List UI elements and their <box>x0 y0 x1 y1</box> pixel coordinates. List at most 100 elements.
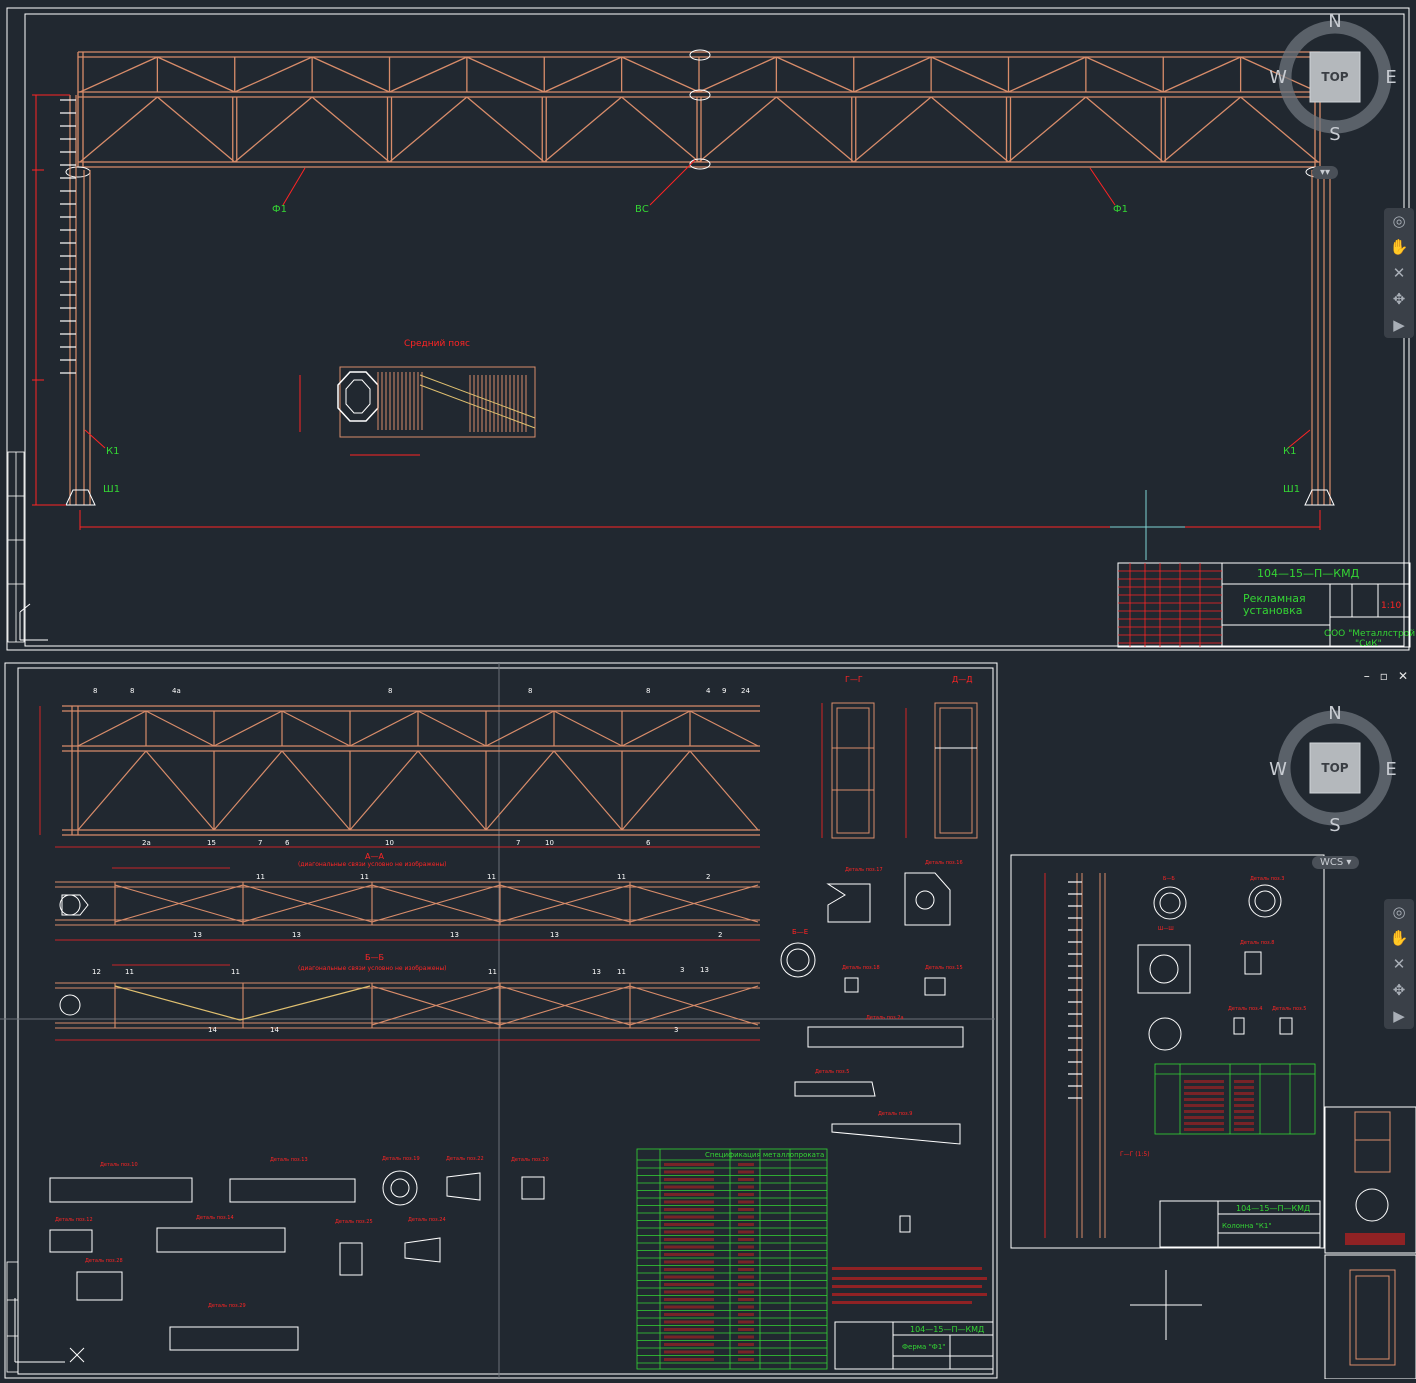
drawing-canvas-top: Средний пояс Ф1 ВС Ф1 К1 К1 Ш1 Ш1 104—15… <box>6 7 1415 657</box>
spec-row-text <box>664 1215 714 1219</box>
part-number: 11 <box>487 873 496 881</box>
truss-diagonal <box>311 96 390 163</box>
orbit-icon[interactable]: ✥ <box>1384 286 1414 312</box>
zoom-extents-icon[interactable]: ✕ <box>1384 951 1414 977</box>
wcs-label[interactable]: WCS <box>1320 857 1343 868</box>
column-detail-label: Деталь поз.4 <box>1228 1006 1262 1012</box>
viewcube-north-b[interactable]: N <box>1328 703 1341 724</box>
truss-diagonal <box>776 56 855 93</box>
detail-label: Деталь поз.18 <box>842 965 880 971</box>
spec-row-value <box>738 1245 754 1249</box>
label-dd: Д—Д <box>952 675 973 684</box>
zoom-extents-icon[interactable]: ✕ <box>1384 260 1414 286</box>
title-block-code: 104—15—П—КМД <box>1257 567 1360 580</box>
title-block-org-1: ООО "Металлстрой <box>1324 629 1415 639</box>
viewcube-east[interactable]: E <box>1385 67 1396 88</box>
steeringwheel-icon[interactable]: ◎ <box>1384 899 1414 925</box>
spec-row-text <box>664 1298 714 1301</box>
pan-icon[interactable]: ✋ <box>1384 234 1414 260</box>
spec-row-text <box>664 1268 714 1271</box>
spec-row-value <box>738 1358 754 1361</box>
part-number: 13 <box>700 966 709 974</box>
truss-diagonal <box>621 710 691 747</box>
viewcube-face[interactable]: TOP <box>1321 70 1348 84</box>
label-bb-note: (диагональные связи условно не изображен… <box>298 965 447 972</box>
part-number: 8 <box>528 687 532 695</box>
section-gg <box>831 702 875 839</box>
part-number: 14 <box>208 1026 217 1034</box>
part-number: 15 <box>207 839 216 847</box>
spec-row-value <box>738 1163 754 1166</box>
label-be: Б—Е <box>792 928 808 936</box>
part-number: 7 <box>516 839 520 847</box>
viewcube-north[interactable]: N <box>1328 11 1341 32</box>
margin-stamp-bottom <box>6 1261 19 1373</box>
spec-row-value <box>738 1223 754 1226</box>
spec-row-value <box>738 1215 754 1219</box>
tb1-code: 104—15—П—КМД <box>910 1325 984 1334</box>
viewcube-east-b[interactable]: E <box>1385 759 1396 780</box>
orbit-icon[interactable]: ✥ <box>1384 977 1414 1003</box>
notes-block <box>832 1267 987 1304</box>
minimize-button[interactable]: – <box>1364 669 1370 683</box>
spec-row-text <box>664 1290 714 1294</box>
truss-elevation <box>77 51 1321 168</box>
detail-label: Деталь поз.22 <box>446 1156 484 1162</box>
showmotion-icon[interactable]: ▶ <box>1384 1003 1414 1029</box>
spec-row-value <box>738 1350 754 1354</box>
pan-icon[interactable]: ✋ <box>1384 925 1414 951</box>
truss-diagonal <box>156 96 236 163</box>
detail-label: Деталь поз.12 <box>55 1217 93 1223</box>
mark-k1-left: К1 <box>106 446 119 457</box>
viewport-bottom[interactable]: Спецификация металлопроката 104—15—П—КМД… <box>0 657 1416 1380</box>
dimensions-bottom <box>39 706 760 1041</box>
col-spec-text <box>1184 1122 1224 1125</box>
spec-row-value <box>738 1185 754 1189</box>
part-number: 8 <box>93 687 97 695</box>
wcs-dropdown-bottom[interactable]: WCS ▾ <box>1312 856 1360 869</box>
viewcube-face-b[interactable]: TOP <box>1321 761 1348 775</box>
spec-row-value <box>738 1290 754 1294</box>
viewcube-top[interactable]: TOP N S E W <box>1269 11 1397 145</box>
steeringwheel-icon[interactable]: ◎ <box>1384 208 1414 234</box>
col-spec-value <box>1234 1098 1254 1101</box>
sheet-frame-outer <box>6 7 1410 651</box>
part-number: 12 <box>92 968 101 976</box>
viewport-top[interactable]: Средний пояс Ф1 ВС Ф1 К1 К1 Ш1 Ш1 104—15… <box>0 0 1416 657</box>
restore-button[interactable]: ▫ <box>1380 669 1388 683</box>
part-number: 6 <box>646 839 651 847</box>
viewcube-south-b[interactable]: S <box>1329 815 1340 836</box>
truss-diagonal <box>621 750 691 831</box>
viewcube-bottom[interactable]: TOP N S E W <box>1269 703 1397 836</box>
part-number: 11 <box>617 968 626 976</box>
truss-diagonal <box>389 56 468 93</box>
part-number: 4а <box>172 687 181 695</box>
col-spec-value <box>1234 1116 1254 1119</box>
window-controls: – ▫ ✕ <box>1364 669 1408 683</box>
spec-row-text <box>664 1238 714 1241</box>
detail-label: Деталь поз.10 <box>100 1162 138 1168</box>
truss-diagonal <box>698 56 777 93</box>
close-button[interactable]: ✕ <box>1398 669 1408 683</box>
viewcube-south[interactable]: S <box>1329 124 1340 145</box>
spec-row-value <box>738 1178 754 1181</box>
truss-diagonal <box>1162 96 1242 163</box>
truss-diagonal <box>698 96 777 163</box>
navbar-top: ◎ ✋ ✕ ✥ ▶ <box>1384 208 1414 338</box>
truss-diagonal <box>79 56 158 93</box>
section-dd <box>934 702 978 839</box>
showmotion-icon[interactable]: ▶ <box>1384 312 1414 338</box>
part-number: 4 <box>706 687 711 695</box>
sheet-frame-right-2 <box>1324 1254 1416 1380</box>
truss-diagonal <box>281 750 351 831</box>
ladder-rungs <box>60 99 76 374</box>
viewcube-west-b[interactable]: W <box>1269 759 1287 780</box>
viewcube-west[interactable]: W <box>1269 67 1287 88</box>
truss-f1-elevation <box>62 705 760 836</box>
spec-row-value <box>738 1313 754 1316</box>
truss-diagonal <box>1240 96 1319 163</box>
wcs-dropdown-top[interactable]: ▾▾ <box>1312 166 1339 179</box>
spec-row-text <box>664 1230 714 1234</box>
spec-row-text <box>664 1208 714 1211</box>
margin-stamp <box>7 451 25 643</box>
